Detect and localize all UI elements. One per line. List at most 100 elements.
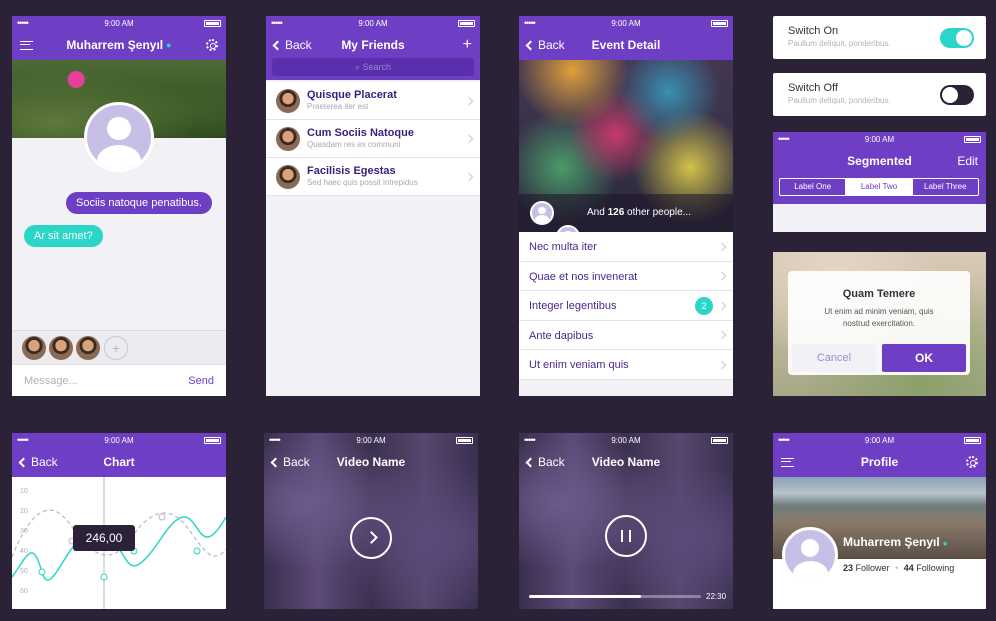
video-time: 22:30 [706,592,727,601]
online-dot-icon: ● [166,40,172,50]
status-bar: ••••• 9:00 AM [773,132,986,146]
friend-subtitle: Praeterea iter est [307,102,369,111]
chevron-right-icon [717,301,727,310]
send-button[interactable]: Send [188,375,214,387]
back-button[interactable]: Back [525,455,565,469]
list-item[interactable]: Cum Sociis Natoque Quasdam res ex commun… [266,120,480,158]
profile-avatar [782,527,838,583]
ok-button[interactable]: OK [882,344,966,372]
chevron-right-icon [717,360,727,369]
friends-nav: Back My Friends + [266,30,480,60]
avatar [276,165,300,189]
list-item[interactable]: Quae et nos invenerat [519,262,733,291]
participants-bar: + [12,330,226,364]
chevron-right-icon [464,172,474,181]
add-friend-button[interactable]: + [463,36,472,54]
gear-icon[interactable] [206,39,218,51]
search-icon: ⌕ [354,62,360,72]
status-bar: ••••• 9:00 AM [12,433,226,447]
profile-title: Profile [860,455,899,469]
message-outgoing: Sociis natoque penatibus. [66,192,212,214]
battery-icon [458,19,475,27]
menu-icon[interactable] [20,40,33,50]
chart-nav: Back Chart [12,447,226,477]
segmented-title: Segmented [847,154,912,168]
status-bar: ••••• 9:00 AM [264,433,478,447]
battery-icon [204,19,221,27]
friend-name: Quisque Placerat [307,89,397,101]
list-item[interactable]: Integer legentibus 2 [519,291,733,321]
pause-button[interactable] [605,515,647,557]
chevron-right-icon [717,271,727,281]
search-input[interactable]: ⌕ Search [272,58,474,76]
video-screen-pause: ••••• 9:00 AM Back Video Name 22:30 [519,433,733,609]
list-item[interactable]: Facilisis Egestas Sed haec quis possit i… [266,158,480,196]
play-icon [365,531,378,544]
chevron-right-icon [464,96,474,105]
avatar[interactable] [22,336,46,360]
event-title: Event Detail [591,38,661,52]
list-item[interactable]: Nec multa iter [519,232,733,262]
online-dot-icon: ● [942,539,948,548]
switch-off-card: Switch Off Paullum deliquit, ponderibus. [773,73,986,116]
chevron-right-icon [717,242,727,251]
friends-title: My Friends [341,38,405,52]
back-button[interactable]: Back [525,38,565,52]
edit-button[interactable]: Edit [957,154,978,168]
add-participant-button[interactable]: + [104,336,128,360]
list-item[interactable]: Quisque Placerat Praeterea iter est [266,82,480,120]
avatar[interactable] [76,336,100,360]
data-point [193,547,201,555]
list-item[interactable]: Ut enim veniam quis [519,350,733,380]
alert-dialog: Quam Temere Ut enim ad minim veniam, qui… [788,271,970,375]
video-screen-play: ••••• 9:00 AM Back Video Name [264,433,478,609]
profile-screen: ••••• 9:00 AM Profile Muharrem Şenyıl ● 23… [773,433,986,609]
alert-body: Ut enim ad minim veniam, quis nostrud ex… [824,307,934,328]
video-title: Video Name [336,455,406,469]
friends-screen: ••••• 9:00 AM Back My Friends + ⌕ Search … [266,16,480,396]
friend-subtitle: Sed haec quis possit intrepidus [307,178,418,187]
battery-icon [964,135,981,143]
avatar [276,89,300,113]
avatar[interactable] [49,336,73,360]
video-progress-track[interactable] [529,595,701,598]
alert-screen: Quam Temere Ut enim ad minim veniam, qui… [773,252,986,396]
avatar [530,201,554,225]
segment-label-three[interactable]: Label Three [911,179,978,195]
count-badge: 2 [695,297,713,315]
event-screen: ••••• 9:00 AM Back Event Detail And 126 o… [519,16,733,396]
status-bar: ••••• 9:00 AM [519,433,733,447]
switch-off-toggle[interactable] [940,85,974,105]
cancel-button[interactable]: Cancel [792,344,876,372]
message-input[interactable]: Message... [24,375,78,387]
friend-subtitle: Quasdam res ex communi [307,140,401,149]
video-nav: Back Video Name [519,447,733,477]
chat-title: Muharrem Şenyıl [66,38,164,52]
gear-icon[interactable] [966,456,978,468]
segmented-control: Label One Label Two Label Three [779,178,979,196]
segment-label-one[interactable]: Label One [780,179,847,195]
alert-title: Quam Temere [842,288,916,300]
switch-on-toggle[interactable] [940,28,974,48]
back-button[interactable]: Back [18,455,58,469]
chevron-right-icon [464,134,474,143]
chart-title: Chart [103,455,135,469]
battery-icon [711,436,728,444]
chevron-right-icon [717,330,727,340]
pause-icon [621,530,631,542]
list-item[interactable]: Ante dapibus [519,321,733,350]
attendees-bar[interactable]: And 126 other people... [519,194,733,249]
segmented-screen: ••••• 9:00 AM Segmented Edit Label One La… [773,132,986,232]
menu-icon[interactable] [781,457,794,467]
back-button[interactable]: Back [272,38,312,52]
back-button[interactable]: Back [270,455,310,469]
status-bar: ••••• 9:00 AM [519,16,733,30]
segment-label-two[interactable]: Label Two [846,179,912,195]
avatar [276,127,300,151]
video-title: Video Name [591,455,661,469]
status-bar: ••••• 9:00 AM [266,16,480,30]
play-button[interactable] [350,517,392,559]
friend-name: Facilisis Egestas [307,165,396,177]
battery-icon [204,436,221,444]
attendees-text: And 126 other people... [587,207,691,218]
